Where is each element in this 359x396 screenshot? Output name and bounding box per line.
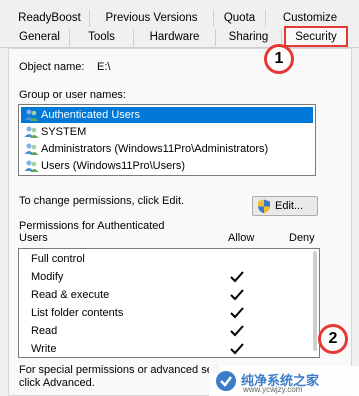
- permission-name: List folder contents: [31, 307, 124, 319]
- tab-previous-versions[interactable]: Previous Versions: [90, 10, 214, 27]
- users-listbox[interactable]: Authenticated Users SYSTEM Administrator…: [18, 104, 316, 176]
- users-group-icon: [24, 143, 39, 155]
- checkmark-icon: [230, 343, 244, 355]
- permission-name: Read & execute: [31, 289, 110, 301]
- step-callout-1: 1: [264, 44, 294, 74]
- list-item[interactable]: Administrators (Windows11Pro\Administrat…: [21, 141, 313, 157]
- permission-name: Full control: [31, 253, 85, 265]
- uac-shield-icon: [258, 199, 270, 214]
- user-name: Authenticated Users: [41, 109, 141, 121]
- checkmark-icon: [230, 325, 244, 337]
- step-callout-2: 2: [318, 324, 348, 354]
- allow-header: Allow: [228, 232, 255, 244]
- permissions-scrollbar[interactable]: [313, 251, 317, 351]
- object-name-label: Object name:: [19, 61, 85, 73]
- permission-row: Read & execute: [19, 287, 319, 305]
- tab-customize[interactable]: Customize: [266, 10, 354, 27]
- list-item[interactable]: Users (Windows11Pro\Users): [21, 158, 313, 174]
- tab-sharing[interactable]: Sharing: [216, 29, 282, 46]
- tab-tools[interactable]: Tools: [70, 29, 134, 46]
- object-name-value: E:\: [97, 61, 111, 73]
- list-item[interactable]: Authenticated Users: [21, 107, 313, 123]
- tab-general[interactable]: General: [10, 29, 70, 46]
- user-name: SYSTEM: [41, 126, 87, 138]
- permission-name: Read: [31, 325, 58, 337]
- checkmark-icon: [230, 271, 244, 283]
- permission-row: Read: [19, 323, 319, 341]
- users-group-icon: [24, 126, 39, 138]
- group-users-label: Group or user names:: [19, 89, 126, 101]
- watermark-url: www.ycwjzy.com: [243, 385, 303, 394]
- permission-row: Modify: [19, 269, 319, 287]
- permissions-label-line1: Permissions for Authenticated: [19, 220, 165, 232]
- checkmark-icon: [230, 307, 244, 319]
- deny-header: Deny: [289, 232, 315, 244]
- edit-button[interactable]: Edit...: [252, 196, 318, 216]
- edit-button-label: Edit...: [275, 200, 304, 212]
- user-name: Administrators (Windows11Pro\Administrat…: [41, 143, 269, 155]
- checkmark-icon: [230, 289, 244, 301]
- permission-row: List folder contents: [19, 305, 319, 323]
- permissions-label-line2: Users: [19, 232, 48, 244]
- tab-security[interactable]: Security: [284, 26, 348, 47]
- permission-name: Write: [31, 343, 57, 355]
- permissions-table: Full control Modify Read & execute List …: [18, 248, 320, 358]
- change-permissions-text: To change permissions, click Edit.: [19, 195, 185, 207]
- tab-readyboost[interactable]: ReadyBoost: [10, 10, 90, 27]
- watermark-logo-icon: [216, 371, 236, 391]
- special-permissions-text-line2: click Advanced.: [19, 377, 95, 389]
- tab-hardware[interactable]: Hardware: [134, 29, 216, 46]
- users-group-icon: [24, 160, 39, 172]
- users-group-icon: [24, 109, 39, 121]
- permission-row: Full control: [19, 251, 319, 269]
- special-permissions-text-line1: For special permissions or advanced sett: [19, 364, 219, 376]
- list-item[interactable]: SYSTEM: [21, 124, 313, 140]
- user-name: Users (Windows11Pro\Users): [41, 160, 186, 172]
- permission-row: Write: [19, 341, 319, 359]
- permission-name: Modify: [31, 271, 64, 283]
- watermark: 纯净系统之家 www.ycwjzy.com: [209, 366, 359, 396]
- tab-quota[interactable]: Quota: [214, 10, 266, 27]
